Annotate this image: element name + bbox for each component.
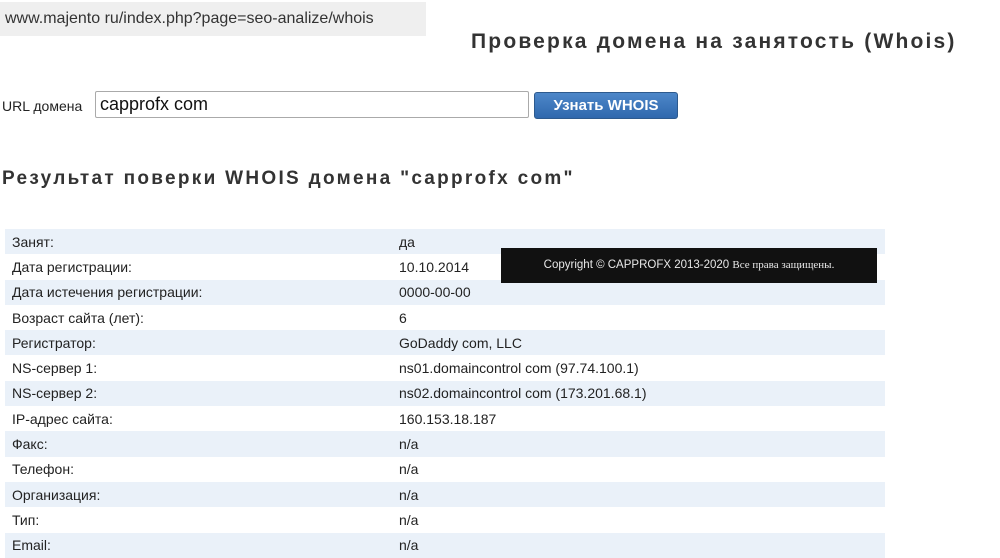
row-label: Тип: [5, 507, 392, 533]
table-row: Телефон: n/a [5, 456, 885, 482]
row-value: 0000-00-00 [392, 279, 885, 305]
table-row: Тип: n/a [5, 507, 885, 533]
row-value: n/a [392, 532, 885, 558]
page-title: Проверка домена на занятость (Whois) [471, 30, 957, 53]
row-label: Занят: [5, 229, 392, 255]
row-label: Email: [5, 532, 392, 558]
copyright-banner: Copyright © CAPPROFX 2013-2020 Все права… [501, 248, 877, 283]
address-bar-url: www.majento ru/index.php?page=seo-analiz… [5, 10, 374, 27]
row-value: ns02.domaincontrol com (173.201.68.1) [392, 380, 885, 407]
row-label: Дата регистрации: [5, 254, 392, 280]
row-value: GoDaddy com, LLC [392, 330, 885, 356]
table-row: Дата истечения регистрации: 0000-00-00 [5, 279, 885, 305]
row-label: IP-адрес сайта: [5, 406, 392, 432]
domain-input[interactable] [95, 91, 529, 118]
result-heading: Результат поверки WHOIS домена "capprofx… [2, 168, 575, 189]
row-value: 6 [392, 304, 885, 331]
table-row: NS-сервер 2: ns02.domaincontrol com (173.… [5, 380, 885, 407]
row-value: n/a [392, 481, 885, 508]
row-label: NS-сервер 2: [5, 380, 392, 407]
url-label: URL домена [2, 98, 83, 114]
table-row: Организация: n/a [5, 481, 885, 508]
row-label: Организация: [5, 481, 392, 508]
whois-submit-button[interactable]: Узнать WHOIS [534, 92, 678, 119]
row-value: n/a [392, 507, 885, 533]
table-row: IP-адрес сайта: 160.153.18.187 [5, 406, 885, 432]
row-label: Возраст сайта (лет): [5, 304, 392, 331]
row-value: ns01.domaincontrol com (97.74.100.1) [392, 355, 885, 381]
row-value: n/a [392, 456, 885, 482]
row-label: Дата истечения регистрации: [5, 279, 392, 305]
table-row: Email: n/a [5, 532, 885, 558]
row-label: Факс: [5, 431, 392, 457]
copyright-rights: Все права защищены. [732, 259, 835, 271]
row-value: 160.153.18.187 [392, 406, 885, 432]
row-label: NS-сервер 1: [5, 355, 392, 381]
table-row: Возраст сайта (лет): 6 [5, 304, 885, 331]
table-row: Факс: n/a [5, 431, 885, 457]
row-label: Регистратор: [5, 330, 392, 356]
table-row: NS-сервер 1: ns01.domaincontrol com (97.7… [5, 355, 885, 381]
row-value: n/a [392, 431, 885, 457]
address-bar[interactable]: www.majento ru/index.php?page=seo-analiz… [0, 2, 426, 36]
row-label: Телефон: [5, 456, 392, 482]
copyright-text: Copyright © CAPPROFX 2013-2020 [543, 259, 730, 271]
table-row: Регистратор: GoDaddy com, LLC [5, 330, 885, 356]
